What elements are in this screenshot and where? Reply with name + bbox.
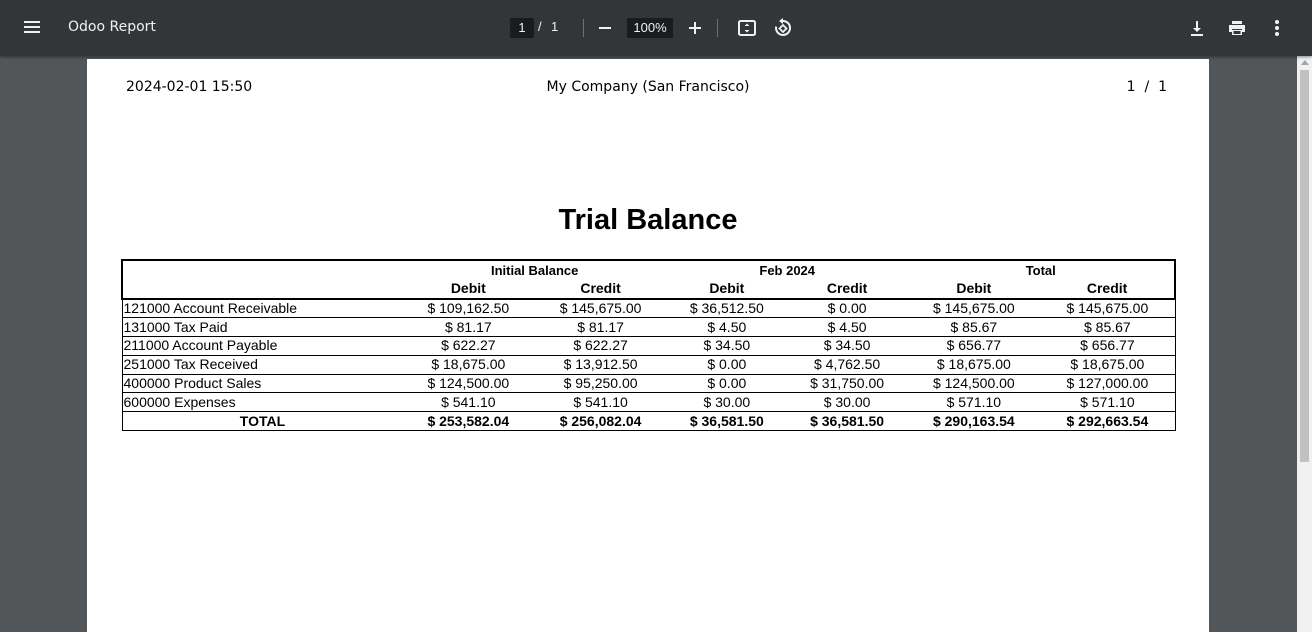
amount-cell: $ 30.00 (786, 392, 908, 413)
pdf-viewer-toolbar: Odoo Report 1 / 1 100% (0, 0, 1312, 56)
amount-cell: $ 36,512.50 (666, 299, 787, 319)
total-row: TOTAL $ 253,582.04 $ 256,082.04 $ 36,581… (121, 411, 1176, 432)
toolbar-divider (583, 19, 584, 37)
trial-balance-table: Initial Balance Feb 2024 Total Debit Cre… (120, 259, 1176, 432)
amount-cell: $ 0.00 (786, 299, 908, 319)
amount-cell: $ 85.67 (907, 317, 1041, 338)
amount-cell: $ 145,675.00 (534, 299, 667, 319)
scrollbar-thumb[interactable] (1300, 70, 1309, 462)
account-name: 211000 Account Payable (121, 336, 403, 356)
total-amount: $ 36,581.50 (666, 411, 787, 432)
header-group-initial-balance: Initial Balance (402, 259, 667, 279)
amount-cell: $ 18,675.00 (907, 355, 1041, 375)
account-name: 400000 Product Sales (121, 374, 403, 394)
table-row: 600000 Expenses $ 541.10 $ 541.10 $ 30.0… (121, 392, 1176, 413)
amount-cell: $ 18,675.00 (1040, 355, 1176, 375)
account-name: 121000 Account Receivable (121, 299, 403, 319)
amount-cell: $ 124,500.00 (402, 374, 535, 394)
amount-cell: $ 571.10 (1040, 392, 1176, 413)
amount-cell: $ 541.10 (402, 392, 535, 413)
table-row: 251000 Tax Received $ 18,675.00 $ 13,912… (121, 355, 1176, 375)
header-credit: Credit (1040, 279, 1176, 300)
amount-cell: $ 127,000.00 (1040, 374, 1176, 394)
account-name: 251000 Tax Received (121, 355, 403, 375)
amount-cell: $ 31,750.00 (786, 374, 908, 394)
amount-cell: $ 4.50 (786, 317, 908, 338)
amount-cell: $ 18,675.00 (402, 355, 535, 375)
toolbar-divider (717, 19, 718, 37)
total-amount: $ 253,582.04 (402, 411, 535, 432)
zoom-level-input[interactable]: 100% (627, 18, 673, 38)
total-label: TOTAL (121, 411, 403, 432)
zoom-in-icon[interactable] (683, 16, 707, 40)
download-icon[interactable] (1185, 16, 1209, 40)
account-name: 131000 Tax Paid (121, 317, 403, 338)
total-amount: $ 290,163.54 (907, 411, 1041, 432)
header-debit: Debit (666, 279, 787, 300)
amount-cell: $ 81.17 (534, 317, 667, 338)
rotate-icon[interactable] (771, 16, 795, 40)
amount-cell: $ 145,675.00 (1040, 299, 1176, 319)
amount-cell: $ 541.10 (534, 392, 667, 413)
amount-cell: $ 622.27 (402, 336, 535, 356)
header-credit: Credit (534, 279, 667, 300)
table-row: 400000 Product Sales $ 124,500.00 $ 95,2… (121, 374, 1176, 394)
vertical-scrollbar[interactable] (1297, 56, 1312, 632)
table-group-header: Initial Balance Feb 2024 Total (120, 259, 1176, 279)
amount-cell: $ 95,250.00 (534, 374, 667, 394)
account-name: 600000 Expenses (121, 392, 403, 413)
amount-cell: $ 30.00 (666, 392, 787, 413)
amount-cell: $ 4,762.50 (786, 355, 908, 375)
amount-cell: $ 124,500.00 (907, 374, 1041, 394)
amount-cell: $ 34.50 (786, 336, 908, 356)
amount-cell: $ 0.00 (666, 355, 787, 375)
table-sub-header: Debit Credit Debit Credit Debit Credit (120, 279, 1176, 300)
amount-cell: $ 85.67 (1040, 317, 1176, 338)
amount-cell: $ 4.50 (666, 317, 787, 338)
header-credit: Credit (786, 279, 908, 300)
amount-cell: $ 145,675.00 (907, 299, 1041, 319)
header-debit: Debit (402, 279, 535, 300)
scroll-up-arrow-icon[interactable] (1301, 60, 1309, 65)
table-row: 211000 Account Payable $ 622.27 $ 622.27… (121, 336, 1176, 356)
amount-cell: $ 656.77 (1040, 336, 1176, 356)
amount-cell: $ 13,912.50 (534, 355, 667, 375)
more-vert-icon[interactable] (1265, 16, 1289, 40)
menu-icon[interactable] (22, 18, 44, 38)
header-group-period: Feb 2024 (666, 259, 908, 279)
amount-cell: $ 81.17 (402, 317, 535, 338)
amount-cell: $ 622.27 (534, 336, 667, 356)
page-number-input[interactable]: 1 (510, 18, 534, 38)
table-row: 121000 Account Receivable $ 109,162.50 $… (121, 299, 1176, 319)
pdf-page: 2024-02-01 15:50 My Company (San Francis… (87, 59, 1209, 632)
amount-cell: $ 571.10 (907, 392, 1041, 413)
total-amount: $ 36,581.50 (786, 411, 908, 432)
amount-cell: $ 656.77 (907, 336, 1041, 356)
total-amount: $ 256,082.04 (534, 411, 667, 432)
header-cell-empty (120, 279, 403, 300)
print-icon[interactable] (1225, 16, 1249, 40)
report-title: Trial Balance (558, 204, 738, 236)
amount-cell: $ 34.50 (666, 336, 787, 356)
page-number: 1 / 1 (1126, 79, 1167, 95)
amount-cell: $ 109,162.50 (402, 299, 535, 319)
fit-page-icon[interactable] (735, 16, 759, 40)
table-row: 131000 Tax Paid $ 81.17 $ 81.17 $ 4.50 $… (121, 317, 1176, 338)
amount-cell: $ 0.00 (666, 374, 787, 394)
header-cell-empty (120, 259, 403, 279)
header-debit: Debit (907, 279, 1041, 300)
header-group-total: Total (907, 259, 1176, 279)
page-separator: / (538, 19, 542, 34)
document-title: Odoo Report (68, 19, 156, 35)
zoom-out-icon[interactable] (593, 16, 617, 40)
page-total: 1 (551, 19, 559, 34)
total-amount: $ 292,663.54 (1040, 411, 1176, 432)
company-name: My Company (San Francisco) (546, 79, 750, 95)
